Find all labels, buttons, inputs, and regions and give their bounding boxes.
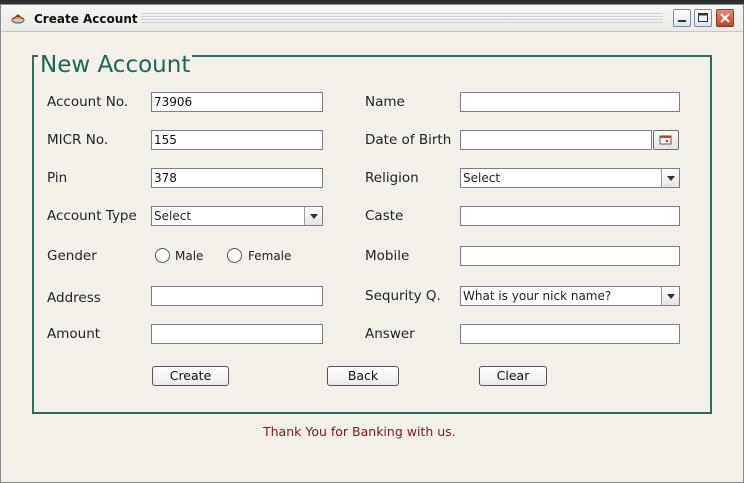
pin-label: Pin — [47, 170, 68, 186]
minimize-icon — [678, 20, 686, 22]
caste-field[interactable] — [460, 206, 680, 226]
micr-no-field[interactable]: 155 — [151, 130, 323, 150]
clear-button[interactable]: Clear — [479, 366, 547, 386]
amount-field[interactable] — [151, 324, 323, 344]
amount-label: Amount — [47, 326, 101, 342]
account-type-label: Account Type — [47, 208, 137, 224]
answer-field[interactable] — [460, 324, 680, 344]
account-type-value: Select — [154, 209, 192, 223]
mobile-field[interactable] — [460, 246, 680, 266]
gender-male-label[interactable]: Male — [175, 249, 203, 263]
title-grip — [141, 13, 663, 23]
religion-value: Select — [463, 171, 501, 185]
chevron-down-icon[interactable] — [304, 207, 322, 225]
back-button[interactable]: Back — [327, 366, 399, 386]
create-button[interactable]: Create — [152, 366, 229, 386]
religion-select[interactable]: Select — [460, 168, 680, 188]
gender-label: Gender — [47, 248, 97, 264]
religion-label: Religion — [365, 170, 419, 186]
maximize-icon — [698, 13, 708, 22]
mobile-label: Mobile — [365, 248, 410, 264]
pin-field[interactable]: 378 — [151, 168, 323, 188]
dob-label: Date of Birth — [365, 132, 452, 148]
micr-no-label: MICR No. — [47, 132, 109, 148]
chevron-down-icon[interactable] — [661, 287, 679, 305]
calendar-button[interactable] — [653, 130, 679, 150]
close-icon — [720, 13, 730, 23]
account-no-label: Account No. — [47, 94, 129, 110]
account-type-select[interactable]: Select — [151, 206, 323, 226]
security-q-value: What is your nick name? — [463, 289, 612, 303]
answer-label: Answer — [365, 326, 415, 342]
security-q-select[interactable]: What is your nick name? — [460, 286, 680, 306]
maximize-button[interactable] — [694, 9, 712, 27]
chevron-down-icon[interactable] — [661, 169, 679, 187]
minimize-button[interactable] — [673, 9, 691, 27]
gender-female-radio[interactable] — [227, 248, 242, 263]
form-content: New Account Account No. 73906 MICR No. 1… — [7, 32, 737, 480]
caste-label: Caste — [365, 208, 404, 224]
account-no-field[interactable]: 73906 — [151, 92, 323, 112]
app-icon — [11, 14, 25, 24]
address-field[interactable] — [151, 286, 323, 306]
window-title: Create Account — [34, 12, 138, 26]
calendar-icon — [659, 135, 672, 145]
footer-message: Thank You for Banking with us. — [263, 424, 456, 439]
address-label: Address — [47, 290, 101, 306]
name-label: Name — [365, 94, 405, 110]
gender-female-label[interactable]: Female — [248, 249, 291, 263]
close-button[interactable] — [716, 9, 734, 27]
security-q-label: Sequrity Q. — [365, 288, 441, 304]
group-title: New Account — [38, 52, 193, 78]
name-field[interactable] — [460, 92, 680, 112]
title-bar[interactable]: Create Account — [1, 5, 743, 32]
dob-field[interactable] — [460, 130, 652, 150]
create-account-window: Create Account New Account Account No. 7… — [0, 4, 744, 483]
gender-male-radio[interactable] — [155, 248, 170, 263]
